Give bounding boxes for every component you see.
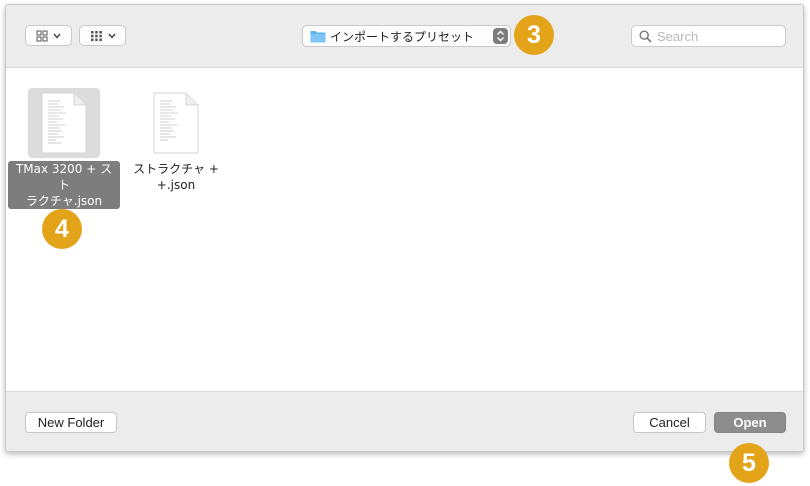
dialog-toolbar: インポートするプリセット [6,5,803,68]
updown-chevron-icon [493,28,508,44]
file-name-line2: ラクチャ.json [25,194,103,208]
open-button[interactable]: Open [714,412,786,433]
dialog-footer: New Folder Cancel Open [6,391,803,451]
cancel-button[interactable]: Cancel [633,412,706,433]
json-document-icon [153,92,199,154]
file-item-structure[interactable]: ストラクチャ + +.json [120,88,232,194]
step-callout-4: 4 [42,209,82,249]
json-document-icon [41,92,87,154]
chevron-down-icon [53,33,61,39]
icon-view-grid-icon [36,30,48,41]
file-browser: TMax 3200 + スト ラクチャ.json ストラクチャ + +.json [6,68,803,393]
step-callout-5: 5 [729,443,769,483]
chevron-down-icon [107,33,116,39]
location-label: インポートするプリセット [330,29,475,44]
file-name: TMax 3200 + スト ラクチャ.json [8,161,120,209]
open-file-dialog: インポートするプリセット Search TMax 3200 + スト ラクチャ.… [5,4,804,452]
file-name-line1: TMax 3200 + スト [15,162,113,192]
icon-view-button[interactable] [25,25,72,46]
search-field[interactable] [631,25,786,47]
group-view-button[interactable] [79,25,126,46]
location-popup[interactable]: インポートするプリセット [302,25,511,47]
file-item-tmax[interactable]: TMax 3200 + スト ラクチャ.json [8,88,120,210]
file-name: ストラクチャ + +.json [131,161,221,193]
group-grid-icon [90,30,102,41]
file-name-line2: +.json [156,178,196,192]
folder-icon [310,30,326,42]
step-callout-3: 3 [514,15,554,55]
search-icon [639,29,652,43]
file-name-line1: ストラクチャ + [133,162,219,176]
search-input[interactable] [657,28,777,44]
new-folder-button[interactable]: New Folder [25,412,117,433]
